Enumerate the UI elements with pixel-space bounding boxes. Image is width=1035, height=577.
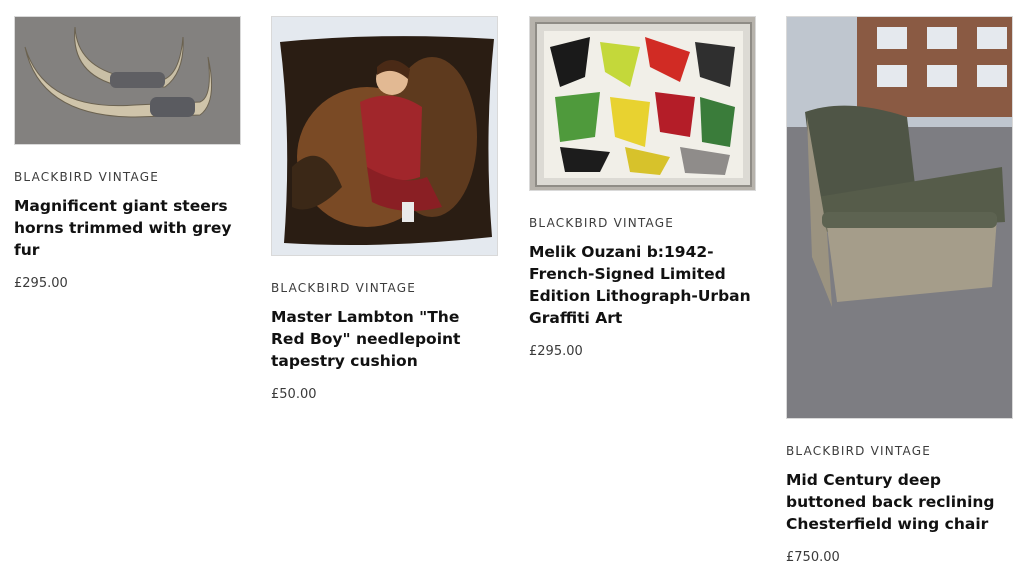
tapestry-cushion-photo-icon [272, 17, 497, 255]
product-image-link[interactable] [786, 16, 1013, 419]
product-vendor: BLACKBIRD VINTAGE [271, 281, 417, 295]
product-card: BLACKBIRD VINTAGE Mid Century deep butto… [786, 16, 1013, 567]
product-card: BLACKBIRD VINTAGE Master Lambton "The Re… [271, 16, 498, 404]
product-card: BLACKBIRD VINTAGE Magnificent giant stee… [14, 16, 241, 293]
product-vendor: BLACKBIRD VINTAGE [14, 170, 160, 184]
product-grid: BLACKBIRD VINTAGE Magnificent giant stee… [0, 0, 1035, 577]
product-price: £50.00 [271, 387, 317, 402]
product-title-link[interactable]: Master Lambton "The Red Boy" needlepoint… [271, 306, 498, 372]
product-image-link[interactable] [14, 16, 241, 145]
product-price: £295.00 [14, 276, 68, 291]
chesterfield-chair-photo-icon [787, 17, 1012, 418]
product-title-link[interactable]: Mid Century deep buttoned back reclining… [786, 469, 1013, 535]
product-card: BLACKBIRD VINTAGE Melik Ouzani b:1942-Fr… [529, 16, 756, 361]
steer-horns-photo-icon [15, 17, 240, 144]
product-image-link[interactable] [529, 16, 756, 191]
graffiti-lithograph-photo-icon [530, 17, 755, 190]
product-price: £750.00 [786, 550, 840, 565]
product-image-link[interactable] [271, 16, 498, 256]
product-price: £295.00 [529, 344, 583, 359]
product-title-link[interactable]: Magnificent giant steers horns trimmed w… [14, 195, 241, 261]
product-vendor: BLACKBIRD VINTAGE [529, 216, 675, 230]
product-title-link[interactable]: Melik Ouzani b:1942-French-Signed Limite… [529, 241, 756, 329]
product-vendor: BLACKBIRD VINTAGE [786, 444, 932, 458]
